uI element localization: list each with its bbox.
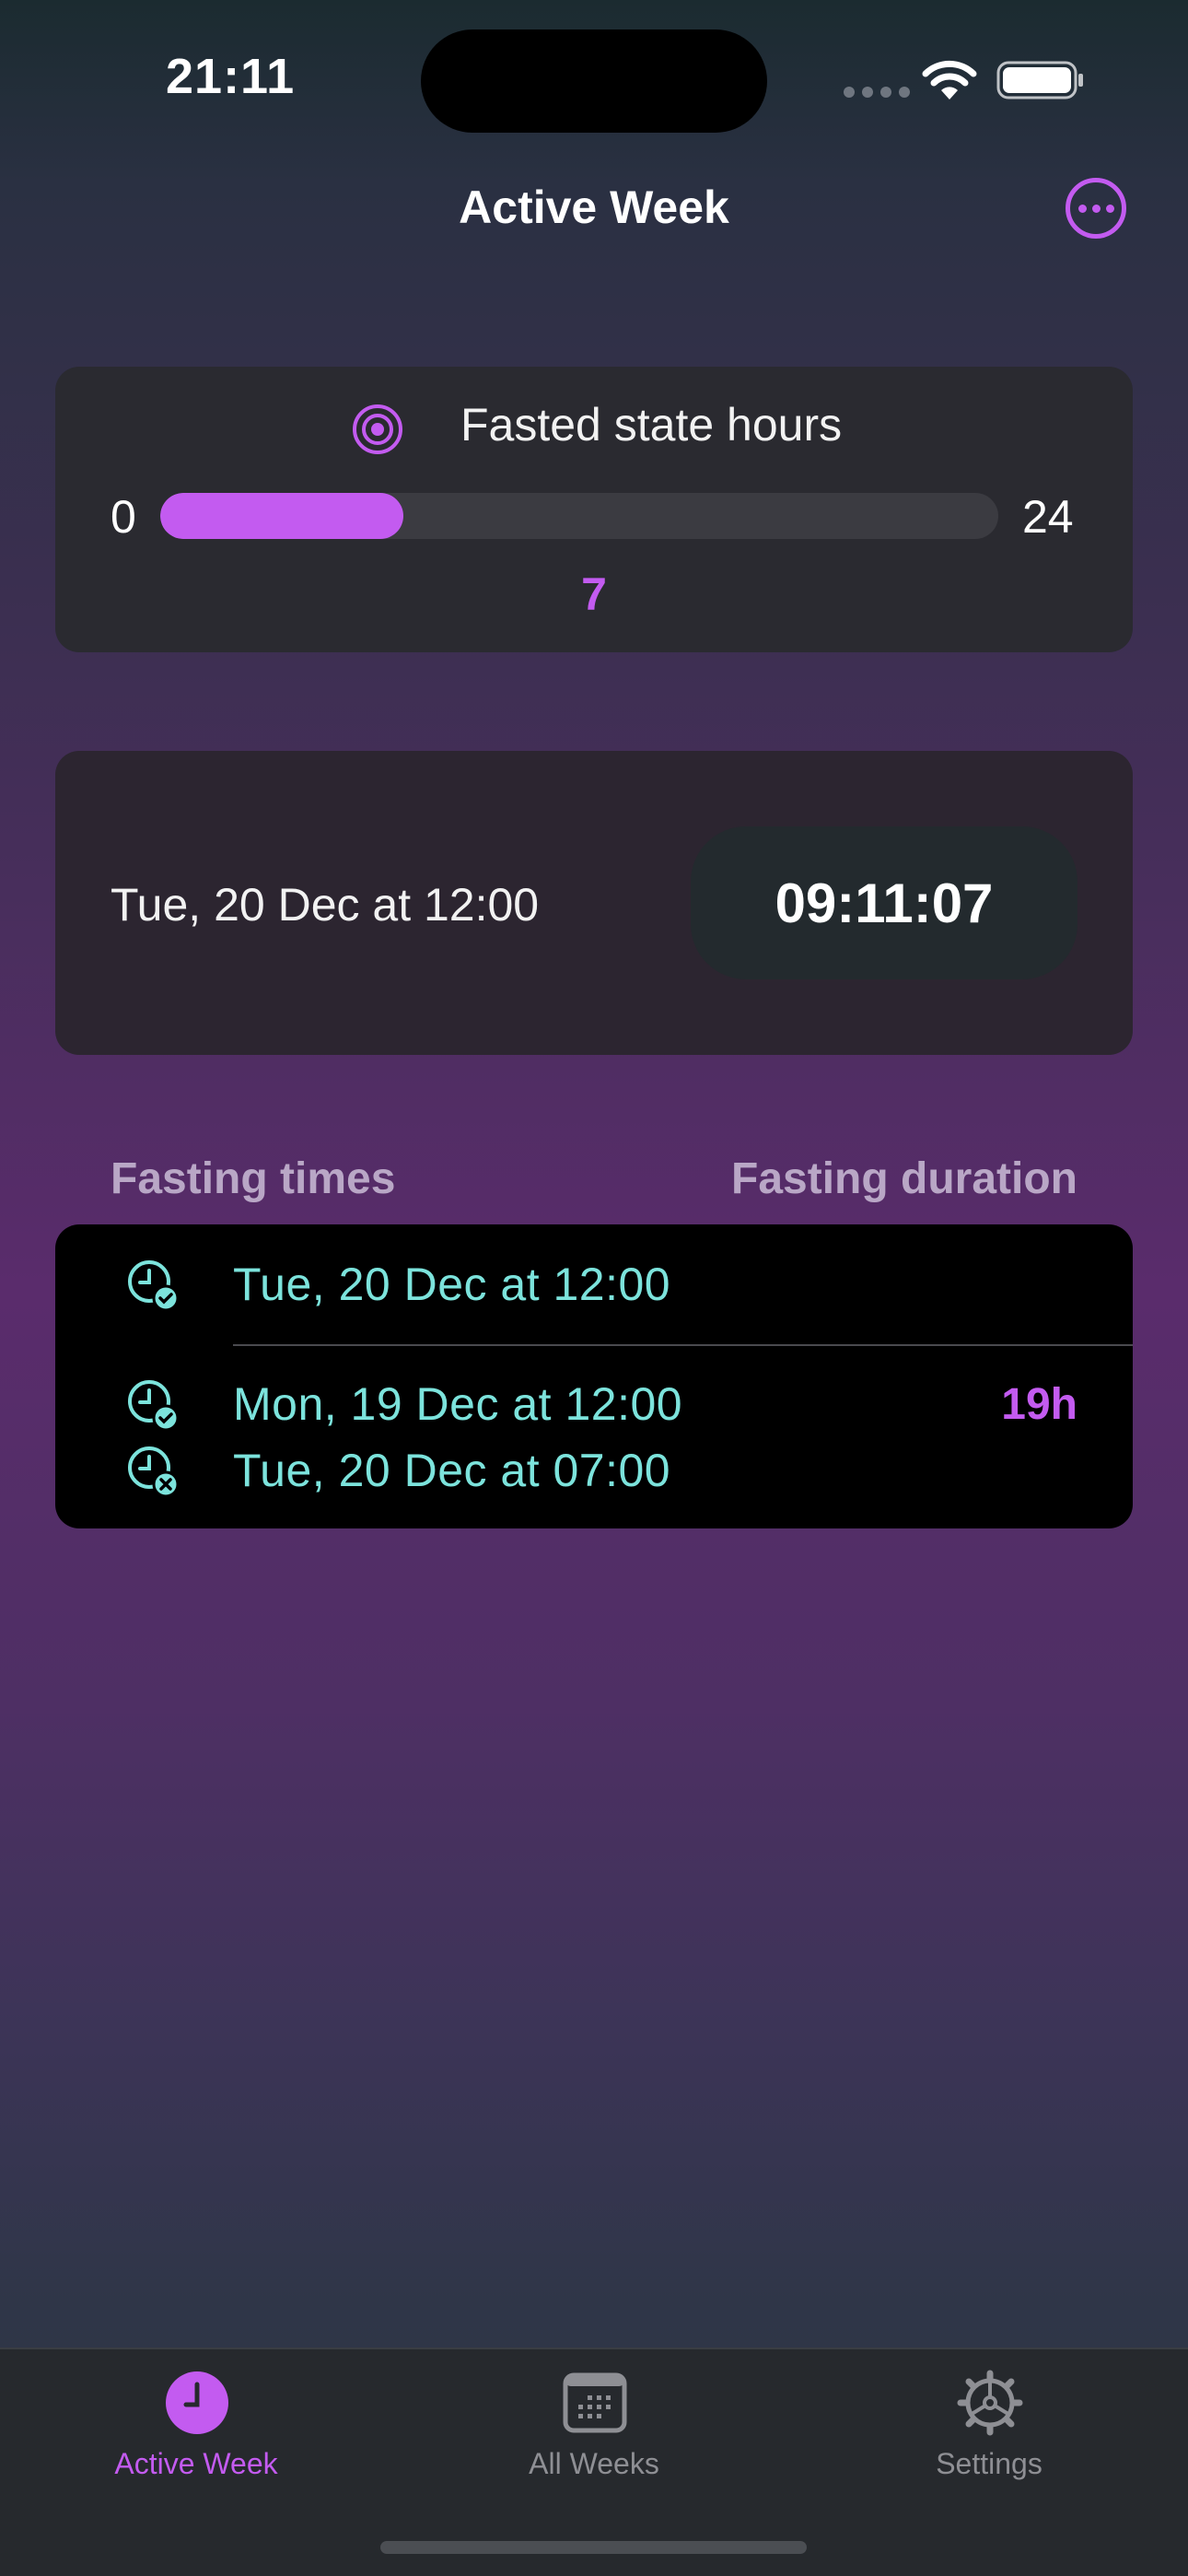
- list-item-duration: 19h: [1001, 1380, 1077, 1429]
- clock-icon: [166, 2371, 228, 2434]
- status-time: 21:11: [166, 49, 296, 104]
- calendar-icon: [563, 2372, 627, 2433]
- list-item-end[interactable]: Tue, 20 Dec at 07:00: [233, 1444, 670, 1497]
- tab-label: All Weeks: [529, 2447, 659, 2480]
- progress-fill: [160, 493, 403, 539]
- cellular-signal-icon: [844, 87, 910, 98]
- list-item-start[interactable]: Tue, 20 Dec at 12:00: [233, 1258, 670, 1311]
- fasted-hours-progress-bar: [160, 493, 998, 539]
- row-divider: [233, 1344, 1133, 1346]
- battery-icon: [996, 61, 1083, 100]
- goal-label: Fasted state hours: [460, 399, 843, 451]
- fast-start-time: Tue, 20 Dec at 12:00: [111, 879, 540, 931]
- tab-label: Settings: [936, 2447, 1042, 2480]
- range-min-label: 0: [111, 491, 136, 543]
- tab-active-week[interactable]: Active Week: [49, 2349, 344, 2534]
- fasting-times-header: Fasting times: [111, 1154, 396, 1203]
- tab-settings[interactable]: Settings: [842, 2349, 1136, 2534]
- dynamic-island: [421, 29, 767, 133]
- current-fast-card[interactable]: Tue, 20 Dec at 12:00 09:11:07: [55, 751, 1133, 1055]
- fasting-duration-header: Fasting duration: [731, 1154, 1077, 1203]
- wifi-icon: [922, 60, 977, 100]
- target-icon: [353, 404, 402, 454]
- clock-check-icon: [128, 1380, 180, 1432]
- tab-all-weeks[interactable]: All Weeks: [447, 2349, 741, 2534]
- tab-label: Active Week: [114, 2447, 278, 2480]
- home-indicator: [380, 2541, 807, 2554]
- gear-icon: [957, 2370, 1023, 2436]
- fasted-hours-card: Fasted state hours 0 24 7: [55, 367, 1133, 652]
- elapsed-timer: 09:11:07: [691, 826, 1077, 979]
- more-options-button[interactable]: [1066, 178, 1126, 239]
- fasting-list: Tue, 20 Dec at 12:00 Mon, 19 Dec at 12:0…: [55, 1224, 1133, 1528]
- clock-check-icon: [128, 1260, 180, 1312]
- fasted-hours-value: 7: [581, 568, 607, 620]
- list-item-start[interactable]: Mon, 19 Dec at 12:00: [233, 1377, 682, 1431]
- clock-xmark-icon: [128, 1446, 180, 1498]
- page-title: Active Week: [459, 181, 729, 233]
- range-max-label: 24: [1022, 491, 1074, 543]
